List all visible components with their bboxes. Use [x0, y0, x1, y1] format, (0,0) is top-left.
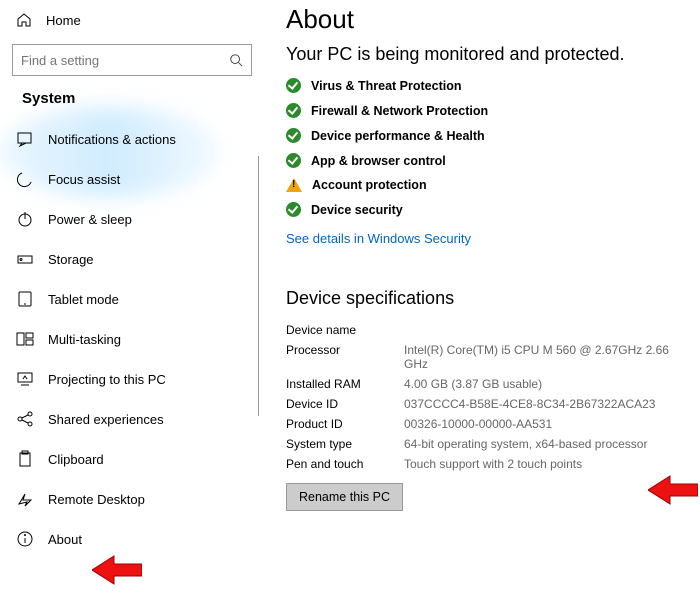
about-icon — [16, 530, 34, 548]
sidebar-item-about[interactable]: About — [0, 519, 258, 559]
spec-label-ram: Installed RAM — [286, 377, 396, 391]
device-specifications-table: Device name Processor Intel(R) Core(TM) … — [286, 323, 686, 471]
storage-icon — [16, 250, 34, 268]
spec-value-processor: Intel(R) Core(TM) i5 CPU M 560 @ 2.67GHz… — [404, 343, 686, 371]
spec-value-device-name — [404, 323, 686, 337]
rename-pc-button[interactable]: Rename this PC — [286, 483, 403, 511]
status-item-device-security: Device security — [286, 202, 700, 217]
spec-value-device-id: 037CCCC4-B58E-4CE8-8C34-2B67322ACA23 — [404, 397, 686, 411]
multitasking-icon — [16, 330, 34, 348]
sidebar-item-power-sleep[interactable]: Power & sleep — [0, 199, 258, 239]
sidebar-item-tablet-mode[interactable]: Tablet mode — [0, 279, 258, 319]
check-icon — [286, 103, 301, 118]
sidebar-item-label: Power & sleep — [48, 212, 132, 227]
sidebar-item-focus-assist[interactable]: Focus assist — [0, 159, 258, 199]
remote-desktop-icon — [16, 490, 34, 508]
spec-label-product-id: Product ID — [286, 417, 396, 431]
home-icon — [16, 12, 32, 28]
spec-label-device-id: Device ID — [286, 397, 396, 411]
annotation-arrow-systype — [648, 472, 698, 508]
status-item-account: Account protection — [286, 178, 700, 192]
sidebar-item-clipboard[interactable]: Clipboard — [0, 439, 258, 479]
sidebar-item-multitasking[interactable]: Multi-tasking — [0, 319, 258, 359]
main-content: About Your PC is being monitored and pro… — [258, 0, 700, 604]
check-icon — [286, 202, 301, 217]
power-icon — [16, 210, 34, 228]
search-input[interactable] — [21, 53, 229, 68]
warning-icon — [286, 178, 302, 192]
check-icon — [286, 78, 301, 93]
projecting-icon — [16, 370, 34, 388]
security-status-list: Virus & Threat Protection Firewall & Net… — [286, 78, 700, 217]
tablet-icon — [16, 290, 34, 308]
spec-label-device-name: Device name — [286, 323, 396, 337]
sidebar-item-notifications[interactable]: Notifications & actions — [0, 119, 258, 159]
check-icon — [286, 153, 301, 168]
spec-value-product-id: 00326-10000-00000-AA531 — [404, 417, 686, 431]
sidebar-home[interactable]: Home — [6, 0, 258, 40]
windows-security-link[interactable]: See details in Windows Security — [286, 231, 471, 246]
spec-label-pen-touch: Pen and touch — [286, 457, 396, 471]
notifications-icon — [16, 130, 34, 148]
status-item-app-browser: App & browser control — [286, 153, 700, 168]
status-item-firewall: Firewall & Network Protection — [286, 103, 700, 118]
spec-value-system-type: 64-bit operating system, x64-based proce… — [404, 437, 686, 451]
check-icon — [286, 128, 301, 143]
sidebar-item-label: Focus assist — [48, 172, 120, 187]
monitored-status-text: Your PC is being monitored and protected… — [286, 43, 646, 66]
sidebar-item-label: Storage — [48, 252, 94, 267]
spec-value-pen-touch: Touch support with 2 touch points — [404, 457, 686, 471]
sidebar-item-projecting[interactable]: Projecting to this PC — [0, 359, 258, 399]
sidebar-item-label: Clipboard — [48, 452, 104, 467]
status-item-virus: Virus & Threat Protection — [286, 78, 700, 93]
sidebar-item-label: Shared experiences — [48, 412, 164, 427]
sidebar-item-shared-experiences[interactable]: Shared experiences — [0, 399, 258, 439]
sidebar-item-label: Tablet mode — [48, 292, 119, 307]
search-icon — [229, 53, 243, 67]
sidebar-item-remote-desktop[interactable]: Remote Desktop — [0, 479, 258, 519]
page-title: About — [286, 4, 700, 35]
search-input-container[interactable] — [12, 44, 252, 76]
sidebar-home-label: Home — [46, 13, 81, 28]
sidebar-item-label: Projecting to this PC — [48, 372, 166, 387]
sidebar-item-label: Remote Desktop — [48, 492, 145, 507]
spec-label-processor: Processor — [286, 343, 396, 371]
status-item-performance: Device performance & Health — [286, 128, 700, 143]
device-specifications-heading: Device specifications — [286, 288, 700, 309]
sidebar-item-label: About — [48, 532, 82, 547]
sidebar-item-label: Multi-tasking — [48, 332, 121, 347]
focus-assist-icon — [16, 170, 34, 188]
sidebar-item-storage[interactable]: Storage — [0, 239, 258, 279]
shared-experiences-icon — [16, 410, 34, 428]
sidebar-nav: Notifications & actions Focus assist Pow… — [0, 119, 258, 559]
sidebar-item-label: Notifications & actions — [48, 132, 176, 147]
spec-value-ram: 4.00 GB (3.87 GB usable) — [404, 377, 686, 391]
sidebar: Home System Notifications & actions Focu… — [0, 0, 258, 604]
clipboard-icon — [16, 450, 34, 468]
spec-label-system-type: System type — [286, 437, 396, 451]
